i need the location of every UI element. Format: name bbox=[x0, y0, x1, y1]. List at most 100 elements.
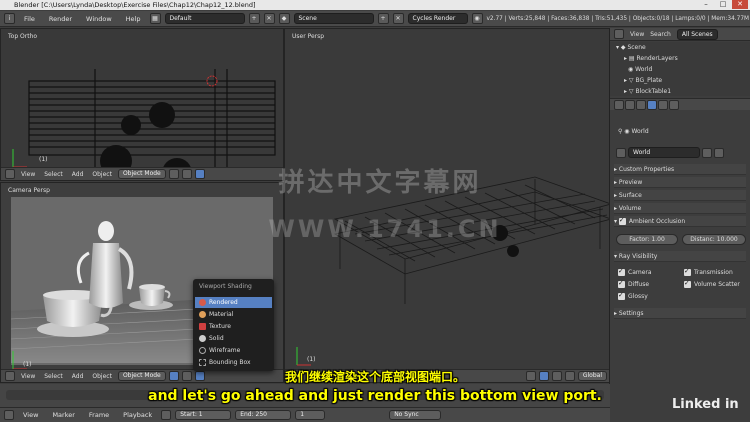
constraints-tab-icon[interactable] bbox=[669, 99, 679, 110]
sync-mode-select[interactable]: No Sync bbox=[389, 410, 442, 420]
panel-volume[interactable]: ▸ Volume bbox=[614, 203, 746, 214]
checkbox-label: Transmission bbox=[694, 269, 733, 276]
object-tab-icon[interactable] bbox=[658, 99, 668, 110]
info-header: i File Render Window Help ▦ Default + ✕ … bbox=[0, 11, 750, 27]
outliner-item-scene[interactable]: ▾ ◆ Scene bbox=[616, 43, 646, 53]
timeline-menu-frame[interactable]: Frame bbox=[84, 411, 114, 419]
menu-file[interactable]: File bbox=[19, 15, 40, 23]
menu-object[interactable]: Object bbox=[89, 171, 115, 178]
panel-preview[interactable]: ▸ Preview bbox=[614, 177, 746, 188]
shading-icon[interactable] bbox=[168, 169, 179, 179]
world-name-field[interactable]: World bbox=[628, 147, 700, 158]
shading-item-label: Material bbox=[209, 311, 234, 318]
shading-item-label: Wireframe bbox=[209, 347, 241, 354]
outliner-tab-view[interactable]: View bbox=[630, 31, 644, 38]
ray-transmission-checkbox[interactable]: Transmission bbox=[684, 266, 733, 278]
render-layers-tab-icon[interactable] bbox=[625, 99, 635, 110]
solid-icon bbox=[199, 335, 206, 342]
timeline-menu-playback[interactable]: Playback bbox=[118, 411, 157, 419]
factor-value: 1.00 bbox=[651, 236, 665, 243]
outliner-display-select[interactable]: All Scenes bbox=[676, 28, 718, 40]
outliner-item-bg-plate[interactable]: ▸ ▽ BG_Plate bbox=[624, 76, 662, 86]
outliner-tab-search[interactable]: Search bbox=[650, 31, 671, 38]
outliner-item-renderlayers[interactable]: ▸ ▤ RenderLayers bbox=[624, 54, 678, 64]
remove-layout-button[interactable]: ✕ bbox=[263, 13, 275, 24]
current-frame-field[interactable]: 1 bbox=[295, 410, 326, 420]
layout-icon[interactable]: ▦ bbox=[149, 13, 161, 24]
menu-render[interactable]: Render bbox=[44, 15, 77, 23]
viewport-user-persp[interactable]: User Persp (1) Global bbox=[284, 28, 610, 383]
object-mode-select[interactable]: Object Mode bbox=[117, 169, 166, 179]
add-layout-button[interactable]: + bbox=[248, 13, 260, 24]
ao-checkbox[interactable] bbox=[618, 215, 626, 226]
panel-label: Custom Properties bbox=[618, 166, 675, 173]
scene-select[interactable]: Scene bbox=[293, 13, 374, 24]
timeline-type-icon[interactable] bbox=[4, 410, 14, 420]
timeline-menu-marker[interactable]: Marker bbox=[47, 411, 79, 419]
render-tab-icon[interactable] bbox=[614, 99, 624, 110]
minimize-button[interactable]: – bbox=[698, 0, 714, 9]
pivot-icon[interactable] bbox=[181, 169, 192, 179]
world-datablock: World bbox=[616, 147, 736, 158]
outliner-type-icon[interactable] bbox=[614, 29, 624, 39]
outliner-item-world[interactable]: ◉ World bbox=[628, 65, 652, 75]
factor-label: Factor: bbox=[629, 236, 650, 243]
subtitle-chinese: 我们继续渲染这个底部视图端口。 bbox=[284, 370, 465, 384]
manipulator-icon[interactable] bbox=[194, 169, 205, 179]
timeline-menu-view[interactable]: View bbox=[18, 411, 43, 419]
panel-ray-visibility[interactable]: ▾ Ray Visibility bbox=[614, 251, 746, 262]
ray-diffuse-checkbox[interactable]: Diffuse bbox=[618, 278, 649, 290]
panel-settings[interactable]: ▸ Settings bbox=[614, 308, 746, 319]
panel-surface[interactable]: ▸ Surface bbox=[614, 190, 746, 201]
texture-icon bbox=[199, 323, 206, 330]
close-button[interactable]: ✕ bbox=[732, 0, 748, 9]
editor-type-icon[interactable]: i bbox=[4, 13, 15, 24]
shading-bounding-box-item[interactable]: Bounding Box bbox=[195, 357, 272, 368]
menu-view[interactable]: View bbox=[18, 171, 38, 178]
menu-help[interactable]: Help bbox=[121, 15, 146, 23]
checkbox-label: Camera bbox=[628, 269, 652, 276]
add-scene-button[interactable]: + bbox=[377, 13, 389, 24]
material-icon bbox=[199, 311, 206, 318]
frame-number: (1) bbox=[39, 156, 48, 163]
remove-scene-button[interactable]: ✕ bbox=[392, 13, 404, 24]
panel-ambient-occlusion[interactable]: ▾ Ambient Occlusion bbox=[614, 215, 746, 227]
render-engine-select[interactable]: Cycles Render bbox=[407, 13, 468, 24]
timeline-header: View Marker Frame Playback Start: 1 End:… bbox=[0, 407, 610, 422]
shading-rendered-item[interactable]: Rendered bbox=[195, 297, 272, 308]
ao-factor-field[interactable]: Factor: 1.00 bbox=[616, 234, 678, 245]
scene-tab-icon[interactable] bbox=[636, 99, 646, 110]
panel-label: Settings bbox=[618, 310, 644, 317]
shading-wireframe-item[interactable]: Wireframe bbox=[195, 345, 272, 356]
screen-layout-select[interactable]: Default bbox=[164, 13, 245, 24]
scene-icon[interactable]: ◆ bbox=[278, 13, 290, 24]
shading-solid-item[interactable]: Solid bbox=[195, 333, 272, 344]
properties-context: ⚲ ◉ World bbox=[618, 128, 649, 135]
viewport-top-ortho[interactable]: Top Ortho (1) View Select Add Object Obj… bbox=[0, 28, 284, 181]
start-frame-field[interactable]: Start: 1 bbox=[175, 410, 232, 420]
checkbox-label: Glossy bbox=[628, 293, 648, 300]
maximize-button[interactable]: □ bbox=[715, 0, 731, 9]
window-title: Blender [C:\Users\Lynda\Desktop\Exercise… bbox=[14, 1, 256, 9]
world-remove-button[interactable] bbox=[714, 147, 724, 158]
ray-volume-scatter-checkbox[interactable]: Volume Scatter bbox=[684, 278, 740, 290]
ray-camera-checkbox[interactable]: Camera bbox=[618, 266, 652, 278]
outliner-item-blocktable1[interactable]: ▸ ▽ BlockTable1 bbox=[624, 87, 671, 97]
start-label: Start: bbox=[180, 411, 197, 418]
shading-material-item[interactable]: Material bbox=[195, 309, 272, 320]
view3d-type-icon[interactable] bbox=[5, 169, 15, 179]
world-browse-icon[interactable] bbox=[616, 147, 626, 158]
menu-add[interactable]: Add bbox=[69, 171, 87, 178]
shading-texture-item[interactable]: Texture bbox=[195, 321, 272, 332]
outliner-tree: ▾ ◆ Scene ▸ ▤ RenderLayers ◉ World ▸ ▽ B… bbox=[610, 42, 750, 96]
panel-custom-properties[interactable]: ▸ Custom Properties bbox=[614, 164, 746, 175]
world-tab-icon[interactable] bbox=[647, 99, 657, 110]
menu-select[interactable]: Select bbox=[41, 171, 66, 178]
world-add-button[interactable] bbox=[702, 147, 712, 158]
ao-distance-field[interactable]: Distanc: 10.000 bbox=[682, 234, 746, 245]
record-icon[interactable] bbox=[161, 410, 172, 420]
end-frame-field[interactable]: End: 250 bbox=[235, 410, 292, 420]
outliner-header: View Search All Scenes bbox=[610, 28, 750, 41]
menu-window[interactable]: Window bbox=[81, 15, 117, 23]
ray-glossy-checkbox[interactable]: Glossy bbox=[618, 290, 648, 302]
